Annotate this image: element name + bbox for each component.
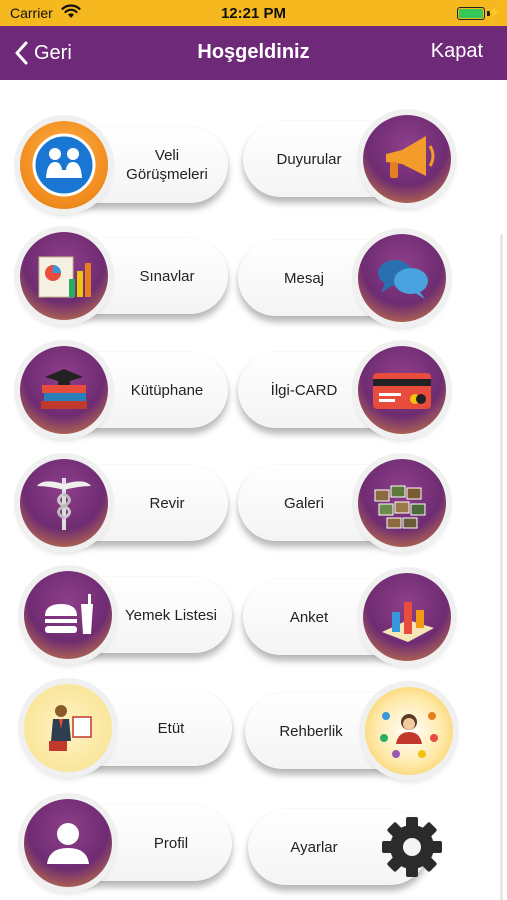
exam-charts-icon: [20, 232, 108, 320]
clock: 12:21 PM: [220, 5, 287, 22]
menu-label: Yemek Listesi: [125, 606, 217, 624]
menu-sinavlar[interactable]: Sınavlar: [20, 232, 228, 320]
menu-ayarlar[interactable]: Ayarlar: [248, 809, 456, 885]
menu-rehberlik[interactable]: Rehberlik: [245, 687, 453, 775]
menu-duyurular[interactable]: Duyurular: [243, 115, 451, 203]
menu-label: Revir: [149, 494, 185, 512]
teacher-board-icon: [24, 684, 112, 772]
menu-anket[interactable]: Anket: [243, 573, 451, 661]
photo-gallery-icon: [358, 459, 446, 547]
menu-etut[interactable]: Etüt: [24, 684, 232, 772]
menu-kutuphane[interactable]: Kütüphane: [20, 346, 228, 434]
menu-label: Rehberlik: [279, 722, 343, 740]
menu-galeri[interactable]: Galeri: [238, 459, 446, 547]
menu-label: Duyurular: [276, 150, 342, 168]
close-button[interactable]: Kapat: [431, 40, 483, 63]
menu-label: Kütüphane: [130, 381, 204, 399]
megaphone-icon: [363, 115, 451, 203]
chat-bubbles-icon: [358, 234, 446, 322]
gear-icon: [368, 803, 456, 891]
scrollbar[interactable]: [500, 234, 503, 900]
menu-veli-gorusmeleri[interactable]: Veli Görüşmeleri: [20, 121, 228, 209]
books-icon: [20, 346, 108, 434]
burger-meal-icon: [24, 571, 112, 659]
menu-label: Profil: [153, 834, 189, 852]
battery-icon: [457, 7, 485, 20]
navigation-bar: Geri Hoşgeldiniz Kapat: [0, 26, 507, 80]
parent-meeting-icon: [20, 121, 108, 209]
user-icon: [24, 799, 112, 887]
menu-revir[interactable]: Revir: [20, 459, 228, 547]
menu-grid: Veli Görüşmeleri Duyurular Sınavlar Mesa…: [0, 80, 507, 900]
counselor-icon: [365, 687, 453, 775]
status-bar: Carrier 12:21 PM ⚡: [0, 0, 507, 26]
menu-label: Sınavlar: [139, 267, 195, 285]
survey-chart-icon: [363, 573, 451, 661]
caduceus-icon: [20, 459, 108, 547]
menu-yemek-listesi[interactable]: Yemek Listesi: [24, 571, 232, 659]
menu-profil[interactable]: Profil: [24, 799, 232, 887]
menu-ilgi-card[interactable]: İlgi-CARD: [238, 346, 446, 434]
charging-icon: ⚡: [487, 5, 502, 19]
menu-label: İlgi-CARD: [270, 381, 338, 399]
credit-card-icon: [358, 346, 446, 434]
menu-label: Ayarlar: [290, 838, 338, 856]
menu-mesaj[interactable]: Mesaj: [238, 234, 446, 322]
menu-label: Anket: [289, 608, 329, 626]
menu-label: Galeri: [283, 494, 324, 512]
menu-label: Mesaj: [283, 269, 324, 287]
menu-label: Etüt: [157, 719, 185, 737]
menu-label: Veli Görüşmeleri: [126, 147, 208, 183]
